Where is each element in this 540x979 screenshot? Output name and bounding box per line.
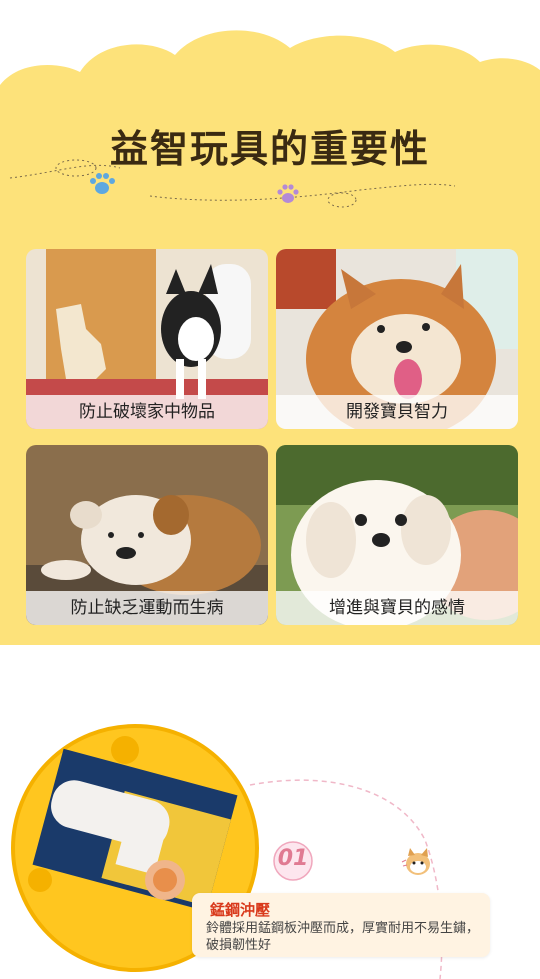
feature-card: 錳鋼沖壓 鈴體採用錳鋼板沖壓而成，厚實耐用不易生鏽，破損韌性好 [192, 893, 490, 957]
feature-number: 01 [277, 846, 309, 871]
card-caption: 防止破壞家中物品 [26, 395, 268, 429]
benefits-grid: 防止破壞家中物品 開發寶貝智力 防止缺乏運動而生病 增進與寶貝的感情 [26, 249, 518, 625]
card-caption: 開發寶貝智力 [276, 395, 518, 429]
shiba-mascot-icon [401, 848, 430, 875]
paw-icon-blue [90, 173, 115, 194]
benefit-card: 防止缺乏運動而生病 [26, 445, 268, 625]
feature-description: 鈴體採用錳鋼板沖壓而成，厚實耐用不易生鏽，破損韌性好 [206, 921, 480, 953]
section-title: 益智玩具的重要性 [109, 127, 430, 171]
benefit-card: 開發寶貝智力 [276, 249, 518, 429]
card-caption: 增進與寶貝的感情 [276, 591, 518, 625]
benefit-card: 增進與寶貝的感情 [276, 445, 518, 625]
paw-icon-purple [277, 184, 299, 203]
importance-section: 益智玩具的重要性 防止破壞家中物品 開發寶貝智力 防止缺乏運動而生病 增進與寶貝… [0, 0, 540, 645]
card-caption: 防止缺乏運動而生病 [26, 591, 268, 625]
feature-title: 錳鋼沖壓 [210, 901, 271, 919]
benefit-card: 防止破壞家中物品 [26, 249, 268, 429]
